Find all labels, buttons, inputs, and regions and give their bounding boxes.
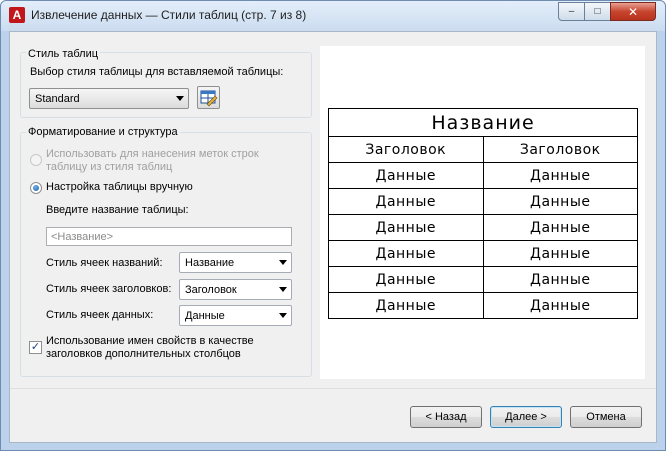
edit-table-style-button[interactable] bbox=[197, 86, 220, 109]
chevron-down-icon bbox=[176, 96, 184, 101]
header-cell-style-combo[interactable]: Заголовок bbox=[179, 279, 292, 300]
preview-data-cell: Данные bbox=[482, 240, 638, 267]
header-cell-style-label: Стиль ячеек заголовков: bbox=[46, 283, 172, 295]
cancel-button[interactable]: Отмена bbox=[570, 406, 642, 428]
minimize-button[interactable]: – bbox=[558, 2, 585, 21]
property-names-checkbox[interactable]: ✓ bbox=[29, 341, 42, 354]
formatting-group-caption: Форматирование и структура bbox=[26, 126, 180, 138]
preview-data-row: Данные Данные bbox=[328, 266, 638, 293]
property-names-label-line2: заголовков дополнительных столбцов bbox=[46, 348, 241, 360]
preview-data-row: Данные Данные bbox=[328, 240, 638, 267]
preview-data-cell: Данные bbox=[482, 214, 638, 241]
preview-data-cell: Данные bbox=[328, 188, 484, 215]
preview-data-cell: Данные bbox=[482, 266, 638, 293]
preview-data-cell: Данные bbox=[482, 188, 638, 215]
chevron-down-icon bbox=[279, 287, 287, 292]
preview-header-cell: Заголовок bbox=[482, 136, 638, 163]
back-button[interactable]: < Назад bbox=[410, 406, 482, 428]
table-style-prompt: Выбор стиля таблицы для вставляемой табл… bbox=[30, 66, 284, 78]
preview-data-cell: Данные bbox=[328, 240, 484, 267]
use-style-table-label-line1: Использовать для нанесения меток строк bbox=[46, 148, 259, 160]
table-preview: Название Заголовок Заголовок Данные Данны… bbox=[320, 46, 645, 379]
preview-table: Название Заголовок Заголовок Данные Данны… bbox=[328, 108, 638, 319]
use-style-table-label-line2: таблицу из стиля таблиц bbox=[46, 161, 173, 173]
table-style-value: Standard bbox=[35, 93, 80, 105]
maximize-button[interactable]: □ bbox=[584, 2, 611, 21]
preview-data-cell: Данные bbox=[482, 292, 638, 319]
data-cell-style-value: Данные bbox=[185, 310, 225, 322]
window-title: Извлечение данных — Стили таблиц (стр. 7… bbox=[31, 8, 307, 22]
chevron-down-icon bbox=[279, 313, 287, 318]
close-button[interactable]: ✕ bbox=[610, 2, 656, 21]
preview-data-row: Данные Данные bbox=[328, 214, 638, 241]
title-cell-style-label: Стиль ячеек названий: bbox=[46, 257, 163, 269]
preview-data-cell: Данные bbox=[328, 292, 484, 319]
table-style-combo[interactable]: Standard bbox=[29, 88, 189, 109]
autocad-a-icon: A bbox=[9, 7, 25, 23]
chevron-down-icon bbox=[279, 260, 287, 265]
preview-data-cell: Данные bbox=[482, 162, 638, 189]
preview-title-cell: Название bbox=[328, 108, 638, 137]
next-button[interactable]: Далее > bbox=[490, 406, 562, 428]
dialog-window: A Извлечение данных — Стили таблиц (стр.… bbox=[0, 0, 666, 451]
table-name-input[interactable]: <Название> bbox=[46, 227, 292, 246]
use-style-table-radio[interactable] bbox=[30, 154, 42, 166]
data-cell-style-combo[interactable]: Данные bbox=[179, 305, 292, 326]
data-cell-style-label: Стиль ячеек данных: bbox=[46, 309, 154, 321]
preview-data-cell: Данные bbox=[328, 266, 484, 293]
preview-data-row: Данные Данные bbox=[328, 188, 638, 215]
footer-divider bbox=[10, 388, 656, 389]
preview-data-row: Данные Данные bbox=[328, 162, 638, 189]
table-name-prompt: Введите название таблицы: bbox=[46, 204, 189, 216]
title-bar[interactable]: A Извлечение данных — Стили таблиц (стр.… bbox=[1, 1, 665, 31]
table-name-placeholder: <Название> bbox=[51, 231, 114, 243]
title-cell-style-combo[interactable]: Название bbox=[179, 252, 292, 273]
preview-data-cell: Данные bbox=[328, 214, 484, 241]
table-style-group-caption: Стиль таблиц bbox=[26, 48, 101, 60]
preview-data-row: Данные Данные bbox=[328, 292, 638, 319]
title-cell-style-value: Название bbox=[185, 257, 235, 269]
manual-setup-radio[interactable] bbox=[30, 182, 42, 194]
preview-data-cell: Данные bbox=[328, 162, 484, 189]
table-edit-icon bbox=[200, 90, 218, 107]
header-cell-style-value: Заголовок bbox=[185, 284, 237, 296]
manual-setup-label: Настройка таблицы вручную bbox=[46, 181, 193, 193]
dialog-client-area: Стиль таблиц Выбор стиля таблицы для вст… bbox=[9, 31, 657, 443]
property-names-label-line1: Использование имен свойств в качестве bbox=[46, 335, 254, 347]
preview-header-cell: Заголовок bbox=[328, 136, 484, 163]
